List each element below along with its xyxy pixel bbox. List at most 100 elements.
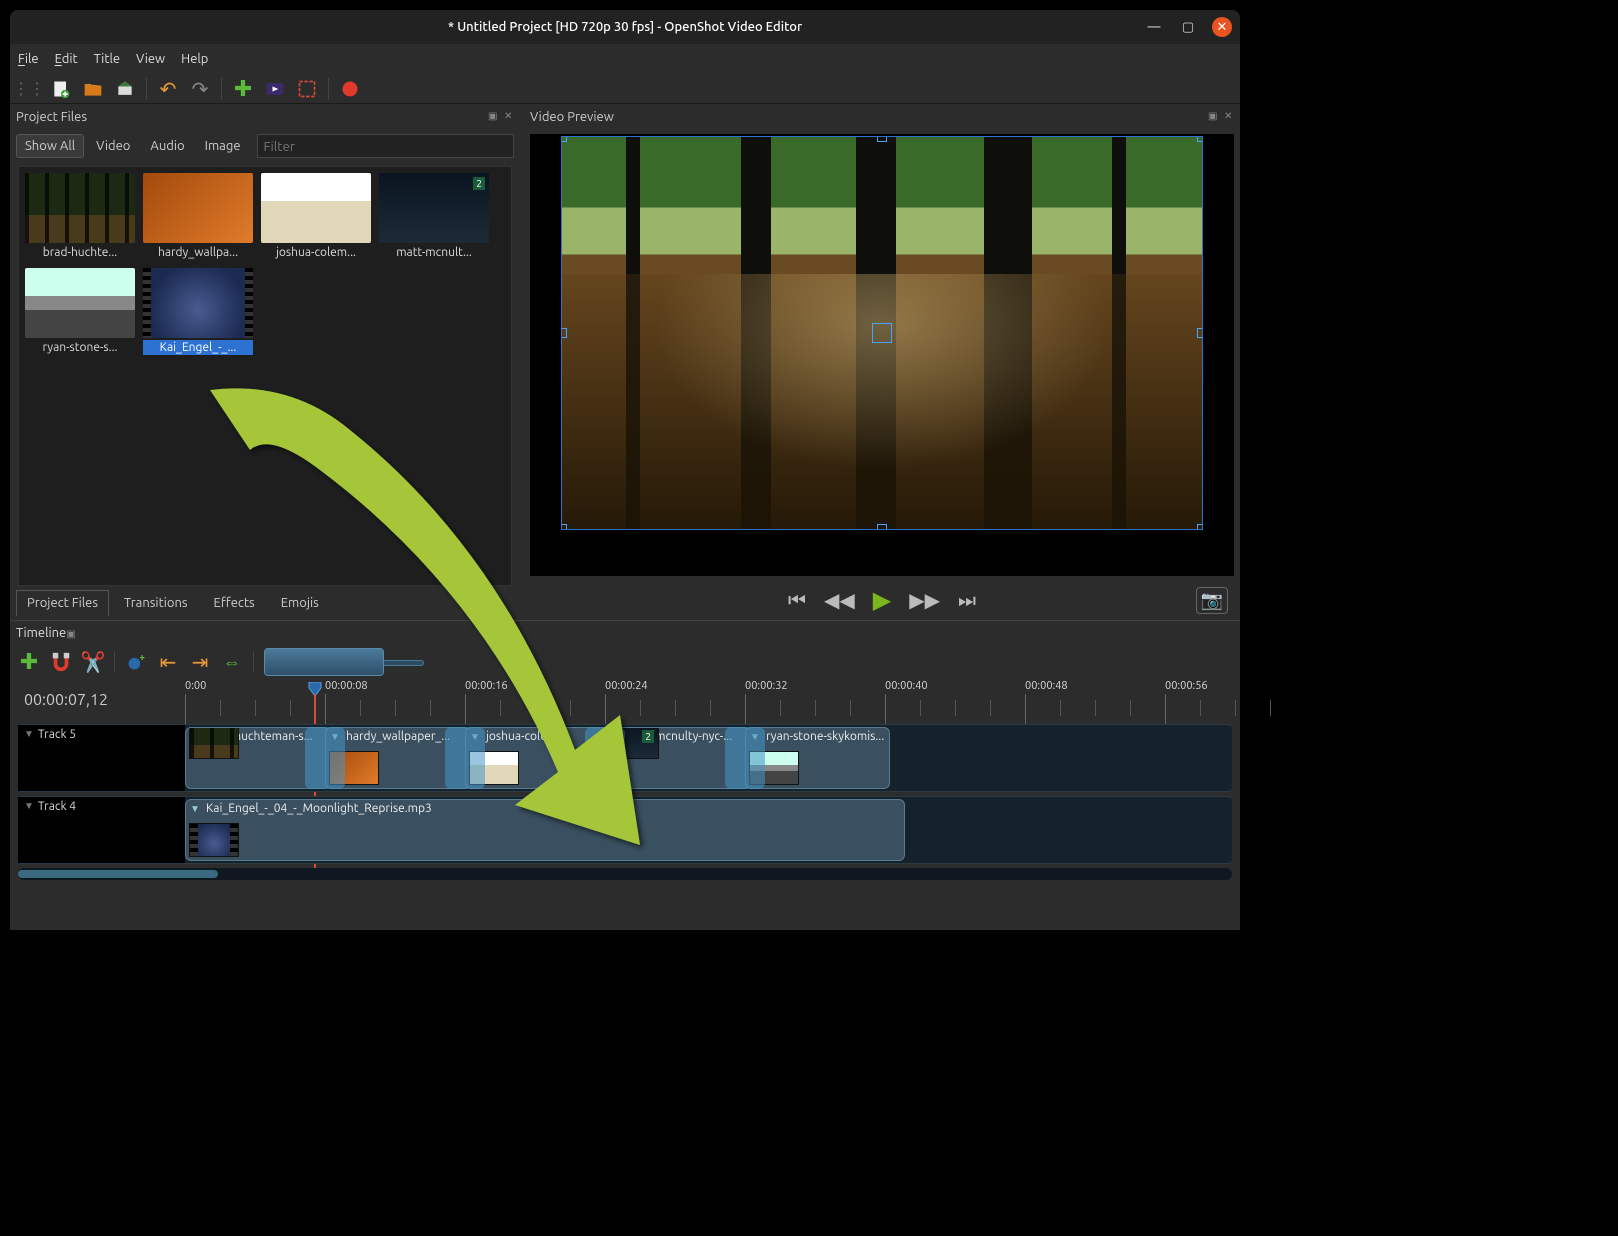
timeline-float-icon[interactable]: ▣ [66, 628, 75, 639]
tile-label: hardy_wallpa... [143, 245, 253, 260]
razor-icon[interactable]: ✂️ [82, 651, 104, 673]
ruler-tick: 00:00:32 [745, 680, 788, 724]
track-5-header[interactable]: ▼ Track 5 [18, 725, 185, 791]
project-tile[interactable]: hardy_wallpa... [143, 173, 253, 260]
rewind-icon[interactable]: ◀◀ [824, 588, 855, 612]
menubar: File Edit Title View Help [10, 44, 1240, 74]
timeline-current-time: 00:00:07,12 [10, 680, 185, 720]
timeline-title: Timeline [16, 626, 66, 640]
filter-input[interactable] [257, 134, 514, 158]
track-4: ▼ Track 4 ▼ Kai_Engel_-_04_-_Moonlight_Re… [18, 796, 1232, 864]
project-tile[interactable]: matt-mcnult... [379, 173, 489, 260]
ruler-tick: 00:00:24 [605, 680, 648, 724]
project-tile[interactable]: joshua-colem... [261, 173, 371, 260]
ruler-tick: 00:00:40 [885, 680, 928, 724]
clip-thumbnail [189, 823, 239, 857]
titlebar: * Untitled Project [HD 720p 30 fps] - Op… [10, 10, 1240, 44]
project-files-header: Project Files ▣ ✕ [10, 104, 520, 130]
timeline-transition[interactable] [445, 727, 485, 789]
timeline-transition[interactable] [725, 727, 765, 789]
tile-thumbnail [25, 173, 135, 243]
fullscreen-icon[interactable] [296, 78, 318, 100]
next-marker-icon[interactable]: ⇥ [189, 651, 211, 673]
save-project-icon[interactable] [114, 78, 136, 100]
preview-float-icon[interactable]: ▣ [1208, 110, 1222, 124]
timeline-header: Timeline ▣ [10, 620, 1240, 644]
panel-close-icon[interactable]: ✕ [504, 110, 518, 124]
tile-thumbnail [143, 268, 253, 338]
filter-image[interactable]: Image [197, 135, 249, 157]
tab-project-files[interactable]: Project Files [16, 590, 109, 616]
clip-label: Kai_Engel_-_04_-_Moonlight_Reprise.mp3 [206, 802, 432, 815]
tab-emojis[interactable]: Emojis [270, 590, 330, 616]
chevron-down-icon: ▼ [190, 803, 200, 815]
timeline-scrollbar[interactable] [18, 868, 1232, 880]
main-toolbar: ⋮⋮ ↶ ↷ ✚ [10, 74, 1240, 104]
snap-icon[interactable] [50, 651, 72, 673]
profile-icon[interactable] [264, 78, 286, 100]
redo-icon[interactable]: ↷ [189, 78, 211, 100]
new-project-icon[interactable] [50, 78, 72, 100]
tile-thumbnail [261, 173, 371, 243]
grip-icon: ⋮⋮ [18, 78, 40, 100]
timeline-panel: Timeline ▣ ✚ ✂️ + ⇤ ⇥ ⇔ [10, 620, 1240, 930]
prev-marker-icon[interactable]: ⇤ [157, 651, 179, 673]
project-thumbnails[interactable]: brad-huchte... hardy_wallpa... joshua-cole… [18, 166, 512, 586]
video-preview-header: Video Preview ▣ ✕ [524, 104, 1240, 130]
open-project-icon[interactable] [82, 78, 104, 100]
zoom-slider[interactable] [264, 650, 424, 674]
timeline-clip[interactable]: ▼ Kai_Engel_-_04_-_Moonlight_Reprise.mp3 [185, 799, 905, 861]
timeline-transition[interactable] [585, 727, 625, 789]
jump-end-icon[interactable]: ⏭ [958, 588, 976, 612]
project-tabs: Project Files Transitions Effects Emojis [10, 586, 520, 620]
close-button[interactable]: ✕ [1212, 17, 1232, 37]
project-tile[interactable]: ryan-stone-s... [25, 268, 135, 355]
add-marker-icon[interactable]: + [125, 651, 147, 673]
tab-transitions[interactable]: Transitions [113, 590, 199, 616]
menu-edit[interactable]: Edit [55, 52, 78, 66]
minimize-button[interactable]: — [1144, 17, 1164, 37]
timeline-clip[interactable]: ▼ryan-stone-skykomis... [745, 727, 890, 789]
project-filter-row: Show All Video Audio Image [10, 130, 520, 162]
undo-icon[interactable]: ↶ [157, 78, 179, 100]
preview-viewport[interactable] [530, 134, 1234, 576]
fast-forward-icon[interactable]: ▶▶ [909, 588, 940, 612]
menu-help[interactable]: Help [181, 52, 208, 66]
filter-show-all[interactable]: Show All [16, 134, 84, 158]
import-files-icon[interactable]: ✚ [232, 78, 254, 100]
menu-file[interactable]: File [18, 52, 39, 66]
menu-title[interactable]: Title [94, 52, 120, 66]
filter-audio[interactable]: Audio [142, 135, 192, 157]
filter-video[interactable]: Video [88, 135, 138, 157]
tile-label: matt-mcnult... [379, 245, 489, 260]
video-preview-panel: Video Preview ▣ ✕ [524, 104, 1240, 620]
menu-view[interactable]: View [136, 52, 165, 66]
app-window: * Untitled Project [HD 720p 30 fps] - Op… [10, 10, 1240, 930]
tile-thumbnail [25, 268, 135, 338]
timeline-transition[interactable] [305, 727, 345, 789]
tile-thumbnail [379, 173, 489, 243]
main-area: Project Files ▣ ✕ Show All Video Audio I… [10, 104, 1240, 620]
center-playhead-icon[interactable]: ⇔ [221, 651, 243, 673]
project-tile[interactable]: Kai_Engel_-_... [143, 268, 253, 355]
snapshot-icon[interactable]: 📷 [1196, 587, 1228, 614]
jump-start-icon[interactable]: ⏮ [788, 588, 806, 612]
maximize-button[interactable]: ▢ [1178, 17, 1198, 37]
preview-close-icon[interactable]: ✕ [1224, 110, 1238, 124]
add-track-icon[interactable]: ✚ [18, 651, 40, 673]
tile-label: ryan-stone-s... [25, 340, 135, 355]
ruler-tick: 00:00:56 [1165, 680, 1208, 724]
timeline-tracks: ▼ Track 5 ▼brad-huchteman-s...▼hardy_wal… [10, 720, 1240, 930]
export-icon[interactable] [339, 78, 361, 100]
track-4-header[interactable]: ▼ Track 4 [18, 797, 185, 863]
tab-effects[interactable]: Effects [203, 590, 266, 616]
play-icon[interactable]: ▶ [873, 586, 891, 614]
track-5-body[interactable]: ▼brad-huchteman-s...▼hardy_wallpaper_...… [185, 725, 1232, 791]
timeline-ruler[interactable]: 0:0000:00:0800:00:1600:00:2400:00:3200:0… [185, 680, 1240, 720]
tile-thumbnail [143, 173, 253, 243]
project-tile[interactable]: brad-huchte... [25, 173, 135, 260]
timeline-ruler-area: 00:00:07,12 0:0000:00:0800:00:1600:00:24… [10, 680, 1240, 720]
panel-float-icon[interactable]: ▣ [488, 110, 502, 124]
track-4-body[interactable]: ▼ Kai_Engel_-_04_-_Moonlight_Reprise.mp3 [185, 797, 1232, 863]
window-title: * Untitled Project [HD 720p 30 fps] - Op… [448, 20, 802, 34]
